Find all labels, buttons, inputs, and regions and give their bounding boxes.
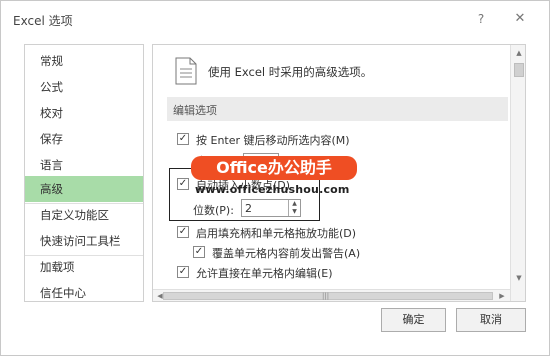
spinner-buttons: ▲ ▼ bbox=[288, 200, 300, 216]
checkbox-fill-handle[interactable]: ✓ bbox=[177, 226, 189, 238]
checkbox-edit-in-cell[interactable]: ✓ bbox=[177, 266, 189, 278]
watermark-brand: Office办公助手 bbox=[191, 156, 357, 180]
checkbox-move-after-enter[interactable]: ✓ bbox=[177, 133, 189, 145]
ok-button[interactable]: 确定 bbox=[381, 308, 446, 332]
category-sidebar: 常规 公式 校对 保存 语言 高级 自定义功能区 快速访问工具栏 加载项 信任中… bbox=[24, 44, 144, 302]
decimal-places-spinner[interactable]: 2 ▲ ▼ bbox=[241, 199, 301, 217]
scroll-down-icon[interactable]: ▼ bbox=[511, 271, 525, 285]
section-header: 编辑选项 bbox=[167, 97, 508, 121]
checkbox-auto-decimal[interactable]: ✓ bbox=[177, 178, 189, 190]
horizontal-scroll-thumb[interactable]: ||| bbox=[163, 292, 493, 300]
scroll-up-icon[interactable]: ▲ bbox=[511, 46, 525, 60]
sidebar-item-general[interactable]: 常规 bbox=[25, 48, 143, 74]
spin-down-icon[interactable]: ▼ bbox=[289, 208, 300, 216]
sidebar-item-formulas[interactable]: 公式 bbox=[25, 74, 143, 100]
close-icon[interactable]: ✕ bbox=[507, 8, 533, 30]
grip-icon: ||| bbox=[322, 292, 330, 300]
sidebar-item-proofing[interactable]: 校对 bbox=[25, 100, 143, 126]
sidebar-item-save[interactable]: 保存 bbox=[25, 126, 143, 152]
title-bar: Excel 选项 ? ✕ bbox=[1, 1, 549, 37]
sidebar-item-advanced[interactable]: 高级 bbox=[25, 176, 143, 202]
watermark-logo: Office办公助手 www.officezhushou.com bbox=[191, 156, 357, 198]
vertical-scroll-thumb[interactable] bbox=[514, 63, 524, 77]
sidebar-item-customize-ribbon[interactable]: 自定义功能区 bbox=[25, 202, 143, 228]
help-icon[interactable]: ? bbox=[468, 8, 494, 30]
watermark-url: www.officezhushou.com bbox=[195, 183, 350, 196]
vertical-scrollbar[interactable]: ▲ ▼ bbox=[510, 45, 525, 301]
checkbox-overwrite-alert[interactable]: ✓ bbox=[193, 246, 205, 258]
window-title: Excel 选项 bbox=[13, 14, 73, 28]
sidebar-item-add-ins[interactable]: 加载项 bbox=[25, 254, 143, 280]
sidebar-item-trust-center[interactable]: 信任中心 bbox=[25, 280, 143, 306]
option-label-fill-handle: 启用填充柄和单元格拖放功能(D) bbox=[196, 227, 357, 240]
panel-header: 使用 Excel 时采用的高级选项。 bbox=[208, 65, 373, 79]
scroll-right-icon[interactable]: ▶ bbox=[495, 290, 509, 301]
cancel-button[interactable]: 取消 bbox=[456, 308, 526, 332]
section-title: 编辑选项 bbox=[173, 104, 217, 117]
option-label-edit-in-cell: 允许直接在单元格内编辑(E) bbox=[196, 267, 333, 280]
document-icon bbox=[175, 57, 197, 85]
spin-up-icon[interactable]: ▲ bbox=[289, 200, 300, 208]
option-label-overwrite-alert: 覆盖单元格内容前发出警告(A) bbox=[212, 247, 361, 260]
option-label-move-after-enter: 按 Enter 键后移动所选内容(M) bbox=[196, 134, 350, 147]
excel-options-dialog: Excel 选项 ? ✕ 常规 公式 校对 保存 语言 高级 自定义功能区 快速… bbox=[0, 0, 550, 356]
sidebar-item-language[interactable]: 语言 bbox=[25, 152, 143, 178]
horizontal-scrollbar[interactable]: ◀ ||| ▶ bbox=[153, 289, 510, 301]
decimal-places-value: 2 bbox=[245, 202, 252, 215]
option-label-places: 位数(P): bbox=[193, 204, 234, 217]
sidebar-item-quick-access-toolbar[interactable]: 快速访问工具栏 bbox=[25, 228, 143, 254]
